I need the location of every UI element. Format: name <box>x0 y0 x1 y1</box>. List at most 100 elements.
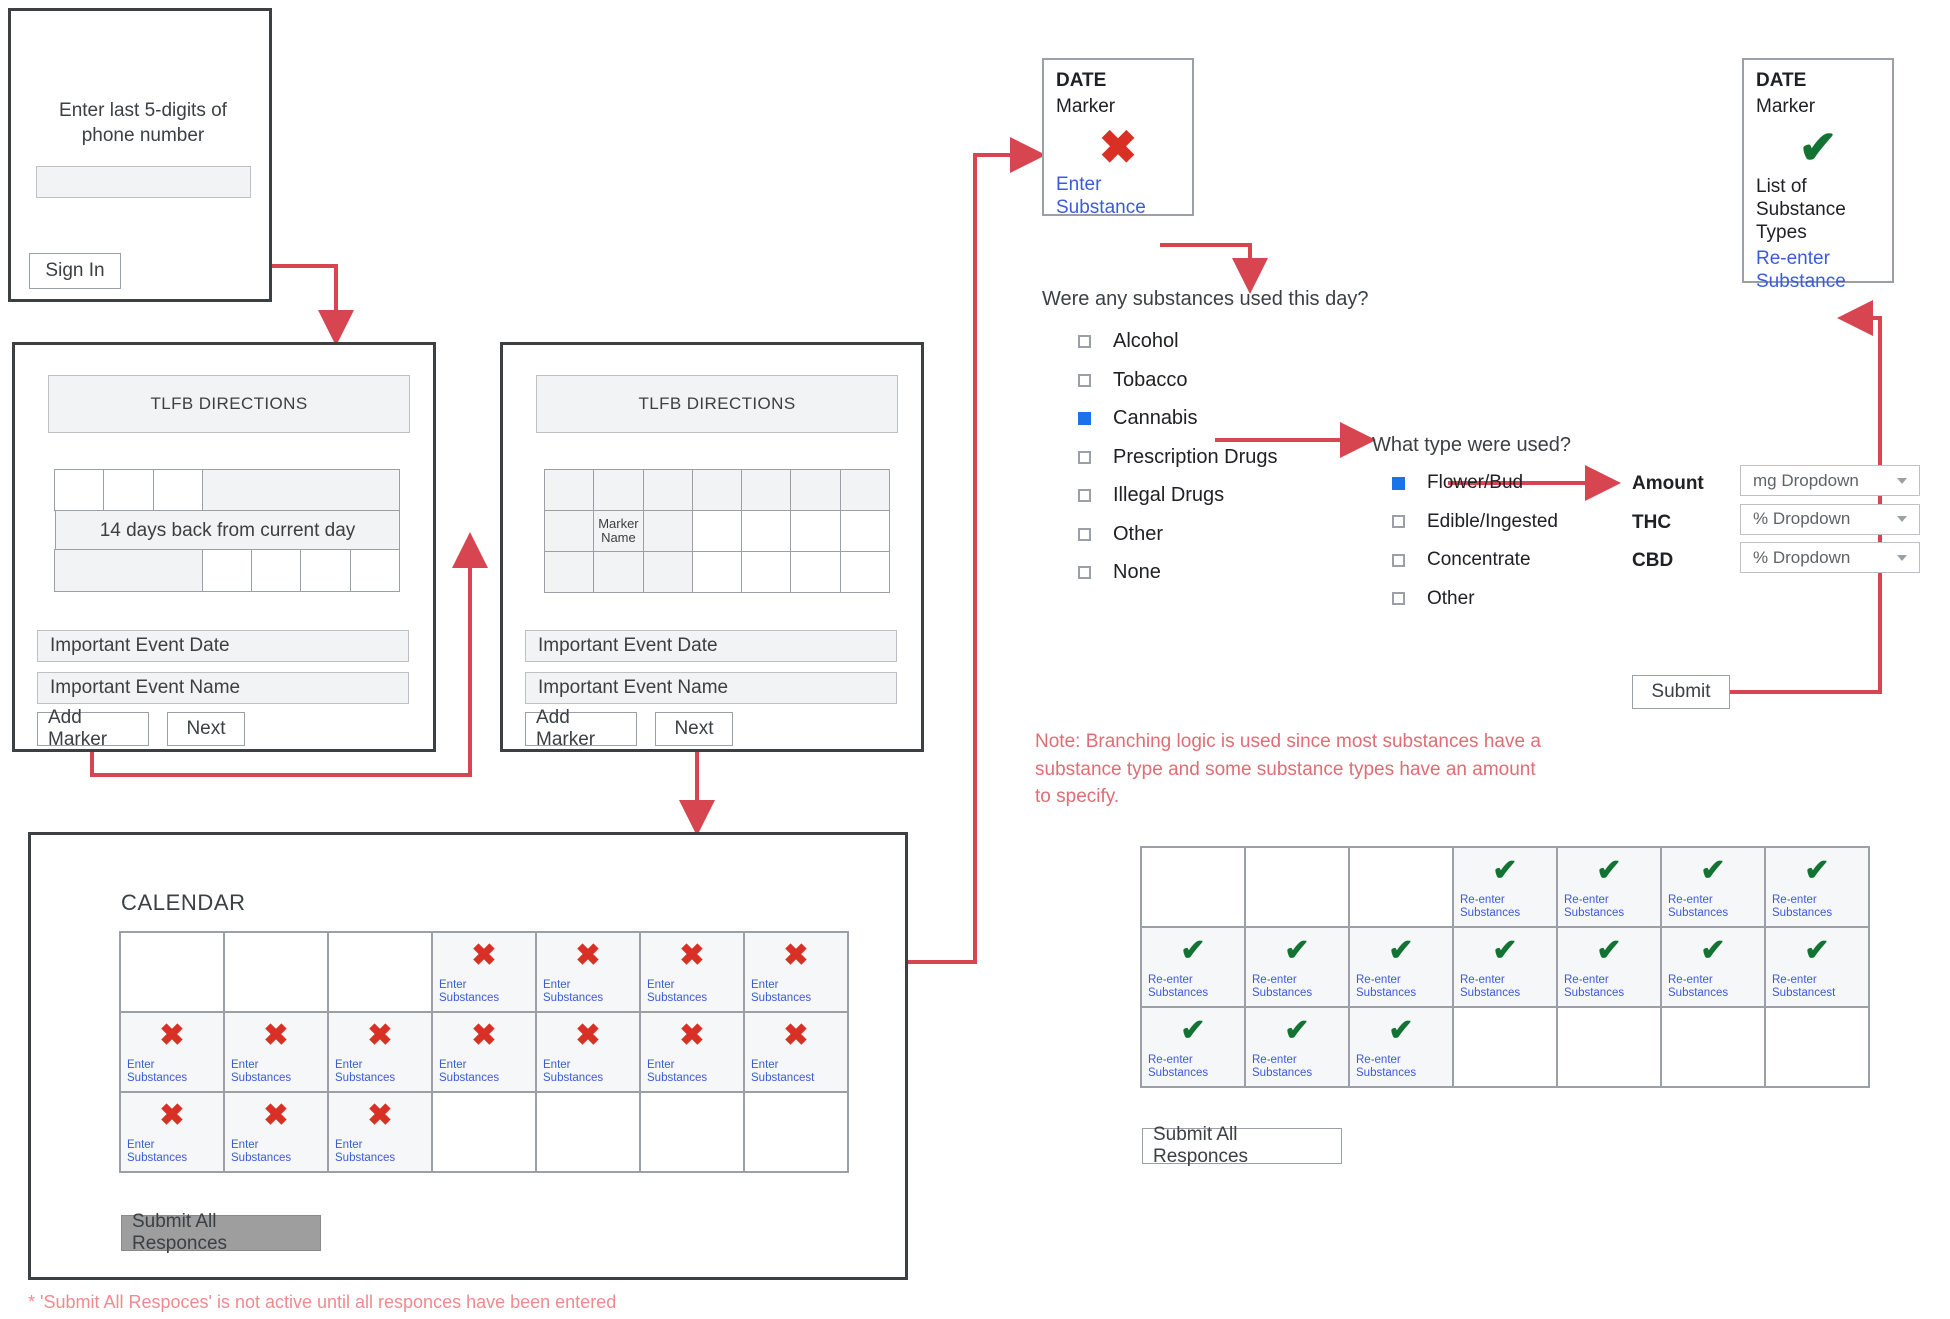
calendar-day-cell-filled[interactable]: ✔ Re-enter Substances <box>1452 846 1558 928</box>
tlfb2-event-date-input[interactable]: Important Event Date <box>525 630 897 662</box>
calendar-day-cell-filled[interactable]: ✖ Enter Substances <box>431 1011 537 1093</box>
calendar-day-cell-filled[interactable]: ✖ Enter Substances <box>535 931 641 1013</box>
sign-in-button[interactable]: Sign In <box>29 253 121 289</box>
checkbox-icon[interactable] <box>1078 450 1091 464</box>
checkbox-icon[interactable] <box>1392 592 1405 605</box>
re-enter-substances-link[interactable]: Re-enter Substances <box>1668 974 1760 1000</box>
re-enter-substances-link[interactable]: Re-enter Substances <box>1356 974 1448 1000</box>
re-enter-substances-link[interactable]: Re-enter Substances <box>1252 1054 1344 1080</box>
type-option-row[interactable]: Flower/Bud <box>1392 472 1523 494</box>
enter-substances-link[interactable]: Enter Substancest <box>751 1059 843 1085</box>
checkbox-icon[interactable] <box>1078 373 1091 387</box>
enter-substances-link[interactable]: Enter Substances <box>751 979 843 1005</box>
tlfb2-next-button[interactable]: Next <box>655 712 733 746</box>
phone-digits-input[interactable] <box>36 166 251 198</box>
enter-substances-link[interactable]: Enter Substances <box>231 1059 323 1085</box>
re-enter-substances-link[interactable]: Re-enter Substances <box>1668 894 1760 920</box>
tlfb1-event-date-input[interactable]: Important Event Date <box>37 630 409 662</box>
re-enter-substances-link[interactable]: Re-enter Substances <box>1356 1054 1448 1080</box>
enter-substances-link[interactable]: Enter Substances <box>543 1059 635 1085</box>
calendar-day-cell-filled[interactable]: ✖ Enter Substances <box>119 1011 225 1093</box>
checkbox-icon[interactable] <box>1392 476 1405 490</box>
substance-option-row[interactable]: Other <box>1078 523 1163 546</box>
calendar-day-cell-filled[interactable]: ✖ Enter Substances <box>327 1011 433 1093</box>
checkbox-icon[interactable] <box>1078 489 1091 502</box>
calendar-day-cell-filled[interactable]: ✔ Re-enter Substances <box>1764 846 1870 928</box>
calendar-day-cell-filled[interactable]: ✖ Enter Substances <box>327 1091 433 1173</box>
link-line1: Enter <box>439 978 467 991</box>
substance-option-row[interactable]: Cannabis <box>1078 407 1198 430</box>
re-enter-substances-link[interactable]: Re-enter Substances <box>1252 974 1344 1000</box>
calendar-day-cell-filled[interactable]: ✔ Re-enter Substances <box>1244 926 1350 1008</box>
calendar-day-cell-empty <box>119 931 225 1013</box>
re-enter-substances-link[interactable]: Re-enter Substances <box>1148 1054 1240 1080</box>
checkbox-icon[interactable] <box>1078 566 1091 579</box>
calendar-day-cell-filled[interactable]: ✖ Enter Substances <box>431 931 537 1013</box>
substance-option-row[interactable]: Illegal Drugs <box>1078 484 1224 507</box>
checkbox-icon[interactable] <box>1392 553 1405 567</box>
calendar-day-cell-filled[interactable]: ✔ Re-enter Substances <box>1140 926 1246 1008</box>
substance-option-row[interactable]: None <box>1078 561 1161 584</box>
enter-substances-link[interactable]: Enter Substances <box>335 1139 427 1165</box>
type-option-row[interactable]: Concentrate <box>1392 549 1531 571</box>
calendar-day-cell-filled[interactable]: ✔ Re-enter Substances <box>1556 846 1662 928</box>
re-enter-substances-link[interactable]: Re-enter Substances <box>1564 974 1656 1000</box>
re-enter-substance-link[interactable]: Re-enter Substance <box>1756 248 1880 294</box>
amount-dropdown[interactable]: % Dropdown <box>1740 542 1920 573</box>
enter-substances-link[interactable]: Enter Substances <box>439 1059 531 1085</box>
enter-substances-link[interactable]: Enter Substances <box>127 1139 219 1165</box>
enter-substances-link[interactable]: Enter Substances <box>543 979 635 1005</box>
calendar-day-cell-filled[interactable]: ✖ Enter Substancest <box>743 1011 849 1093</box>
tlfb1-add-marker-button[interactable]: Add Marker <box>37 707 149 750</box>
re-enter-substances-link[interactable]: Re-enter Substances <box>1460 894 1552 920</box>
enter-substances-link[interactable]: Enter Substances <box>127 1059 219 1085</box>
re-enter-substances-link[interactable]: Re-enter Substances <box>1460 974 1552 1000</box>
enter-substances-link[interactable]: Enter Substances <box>231 1139 323 1165</box>
substance-option-row[interactable]: Alcohol <box>1078 330 1179 353</box>
calendar-day-cell-filled[interactable]: ✖ Enter Substances <box>639 931 745 1013</box>
tlfb1-event-name-input[interactable]: Important Event Name <box>37 672 409 704</box>
enter-substances-link[interactable]: Enter Substances <box>439 979 531 1005</box>
calendar-day-cell-filled[interactable]: ✖ Enter Substances <box>639 1011 745 1093</box>
substance-submit-button[interactable]: Submit <box>1632 675 1730 709</box>
enter-substances-link[interactable]: Enter Substances <box>335 1059 427 1085</box>
substance-option-row[interactable]: Prescription Drugs <box>1078 446 1278 469</box>
checkbox-icon[interactable] <box>1392 515 1405 528</box>
tlfb2-event-name-input[interactable]: Important Event Name <box>525 672 897 704</box>
checkbox-icon[interactable] <box>1078 412 1091 425</box>
calendar-day-cell-filled[interactable]: ✔ Re-enter Substances <box>1660 846 1766 928</box>
calendar-day-cell-filled[interactable]: ✔ Re-enter Substances <box>1348 926 1454 1008</box>
calendar-day-cell-filled[interactable]: ✔ Re-enter Substances <box>1556 926 1662 1008</box>
link-line1: Re-enter <box>1252 1053 1297 1066</box>
substance-option-row[interactable]: Tobacco <box>1078 369 1188 392</box>
enter-substance-link[interactable]: Enter Substance <box>1056 174 1180 220</box>
calendar-day-cell-filled[interactable]: ✔ Re-enter Substances <box>1244 1006 1350 1088</box>
type-option-row[interactable]: Other <box>1392 588 1475 610</box>
tlfb2-add-marker-button[interactable]: Add Marker <box>525 707 637 750</box>
re-enter-substances-link[interactable]: Re-enter Substances <box>1772 894 1864 920</box>
calendar-day-cell-filled[interactable]: ✔ Re-enter Substancest <box>1764 926 1870 1008</box>
calendar-submit-all-button[interactable]: Submit All Responces <box>121 1211 321 1254</box>
enter-substances-link[interactable]: Enter Substances <box>647 1059 739 1085</box>
calendar-day-cell-filled[interactable]: ✖ Enter Substances <box>223 1011 329 1093</box>
calendar-day-cell-filled[interactable]: ✔ Re-enter Substances <box>1660 926 1766 1008</box>
calendar-day-cell-filled[interactable]: ✔ Re-enter Substances <box>1140 1006 1246 1088</box>
re-enter-substances-link[interactable]: Re-enter Substancest <box>1772 974 1864 1000</box>
amount-dropdown[interactable]: % Dropdown <box>1740 503 1920 535</box>
calendar-done-submit-all-button[interactable]: Submit All Responces <box>1142 1124 1342 1167</box>
calendar-day-cell-filled[interactable]: ✖ Enter Substances <box>535 1011 641 1093</box>
type-option-row[interactable]: Edible/Ingested <box>1392 511 1558 533</box>
calendar-day-cell-filled[interactable]: ✖ Enter Substances <box>743 931 849 1013</box>
calendar-day-cell-filled[interactable]: ✔ Re-enter Substances <box>1452 926 1558 1008</box>
re-enter-substances-link[interactable]: Re-enter Substances <box>1148 974 1240 1000</box>
checkbox-icon[interactable] <box>1078 335 1091 348</box>
re-enter-substances-link[interactable]: Re-enter Substances <box>1564 894 1656 920</box>
chevron-down-icon <box>1897 477 1907 484</box>
amount-dropdown[interactable]: mg Dropdown <box>1740 465 1920 496</box>
calendar-day-cell-filled[interactable]: ✖ Enter Substances <box>223 1091 329 1173</box>
calendar-day-cell-filled[interactable]: ✖ Enter Substances <box>119 1091 225 1173</box>
tlfb1-next-button[interactable]: Next <box>167 712 245 746</box>
calendar-day-cell-filled[interactable]: ✔ Re-enter Substances <box>1348 1006 1454 1088</box>
checkbox-icon[interactable] <box>1078 527 1091 541</box>
enter-substances-link[interactable]: Enter Substances <box>647 979 739 1005</box>
